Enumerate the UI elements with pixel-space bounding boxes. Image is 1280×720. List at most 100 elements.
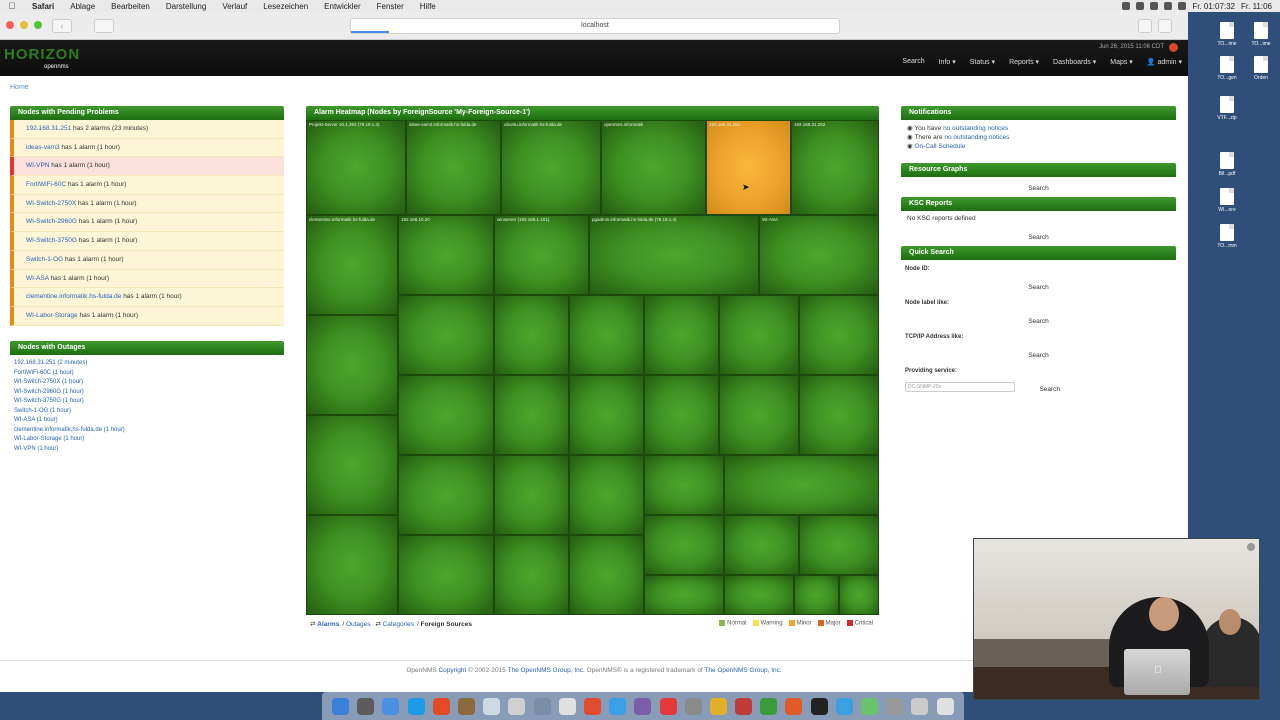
notification-link[interactable]: no outstanding notices [944, 134, 1009, 141]
menu-fenster[interactable]: Fenster [369, 2, 412, 11]
pending-problem-row[interactable]: WI-VPN has 1 alarm (1 hour) [10, 157, 284, 177]
outage-row[interactable]: WI-ASA (1 hour) [10, 416, 284, 426]
heatmap-cell[interactable] [724, 515, 799, 575]
desktop-file[interactable]: TO...ime [1246, 22, 1276, 47]
heatmap-cell[interactable] [306, 315, 398, 415]
heatmap-cell[interactable] [794, 575, 839, 615]
tabs-button[interactable] [1158, 19, 1172, 33]
heatmap-cell[interactable] [398, 535, 494, 615]
share-button[interactable] [1138, 19, 1152, 33]
pending-problem-row[interactable]: WI-ASA has 1 alarm (1 hour) [10, 269, 284, 289]
outage-row[interactable]: WI-Labor-Storage (1 hour) [10, 435, 284, 445]
dock-app-icon[interactable] [407, 697, 425, 715]
pending-problem-row[interactable]: WI-Switch-2750X has 1 alarm (1 hour) [10, 194, 284, 214]
service-select[interactable]: DC-SNMP-20s [905, 381, 1015, 392]
heatmap-cell[interactable] [644, 295, 719, 375]
dock-app-icon[interactable] [382, 697, 400, 715]
service-search-button[interactable]: Search [1039, 386, 1060, 393]
dock-app-icon[interactable] [609, 697, 627, 715]
heatmap-cell[interactable] [398, 455, 494, 535]
heatmap-cell[interactable]: WI-ASA [759, 215, 879, 295]
dock-app-icon[interactable] [583, 697, 601, 715]
dock-app-icon[interactable] [332, 697, 350, 715]
link-outages[interactable]: Outages [346, 621, 371, 628]
close-icon[interactable] [1247, 543, 1255, 551]
heatmap-cell[interactable]: pgadmin.informatik.hs-fulda.de (79.19.1.… [589, 215, 759, 295]
node-link[interactable]: WI-Switch-3750G [26, 237, 77, 244]
heatmap-cell[interactable] [799, 515, 879, 575]
menu-safari[interactable]: Safari [24, 2, 62, 11]
outage-row[interactable]: FortiWiFi-60C (1 hour) [10, 369, 284, 379]
dock-app-icon[interactable] [936, 697, 954, 715]
heatmap-cell[interactable]: 192.168.31.252 [791, 120, 879, 215]
heatmap-cell[interactable]: winserver (192.168.1.101) [494, 215, 589, 295]
dock-app-icon[interactable] [684, 697, 702, 715]
dock-app-icon[interactable] [508, 697, 526, 715]
link-foreign-sources[interactable]: Foreign Sources [421, 621, 472, 628]
heatmap-cell[interactable] [644, 375, 719, 455]
wifi-icon[interactable] [1178, 2, 1187, 10]
tray-icon[interactable] [1150, 2, 1159, 10]
heatmap-cell[interactable] [799, 295, 879, 375]
minimize-window-button[interactable] [20, 21, 28, 29]
pending-problem-row[interactable]: ideas-vam3 has 1 alarm (1 hour) [10, 138, 284, 158]
nav-reports[interactable]: Reports ▾ [1009, 58, 1039, 66]
node-label-field[interactable] [901, 308, 1176, 316]
heatmap-cell[interactable] [306, 515, 398, 615]
heatmap-cell[interactable]: opennms.informatik [601, 120, 706, 215]
swap-icon[interactable]: ⇄ [375, 620, 380, 628]
url-bar[interactable]: localhost [350, 18, 840, 34]
heatmap-cell[interactable] [724, 455, 879, 515]
heatmap-cell-warning[interactable]: 192.168.31.251 [706, 120, 791, 215]
dock-app-icon[interactable] [861, 697, 879, 715]
menu-ablage[interactable]: Ablage [62, 2, 103, 11]
nav-info[interactable]: Info ▾ [939, 58, 956, 66]
ip-address-search-button[interactable]: Search [901, 350, 1176, 362]
heatmap-cell[interactable]: ideas-vam3.informatik.hs-fulda.de [406, 120, 501, 215]
node-link[interactable]: WI-ASA [26, 275, 49, 282]
notification-link[interactable]: no outstanding notices [943, 125, 1008, 132]
opennms-group-link[interactable]: The OpenNMS Group, Inc. [507, 667, 584, 674]
menubar-clock-2[interactable]: Fr. 11:06 [1241, 2, 1272, 11]
node-link[interactable]: 192.168.31.251 [26, 125, 71, 132]
heatmap-cell[interactable] [644, 575, 724, 615]
heatmap-cell[interactable] [839, 575, 879, 615]
menu-hilfe[interactable]: Hilfe [412, 2, 444, 11]
node-link[interactable]: WI-Switch-2750X [26, 200, 76, 207]
heatmap-cell[interactable] [398, 295, 494, 375]
node-id-search-button[interactable]: Search [901, 282, 1176, 294]
node-link[interactable]: clementine.informatik.hs-fulda.de [26, 293, 121, 300]
heatmap-cell[interactable] [306, 415, 398, 515]
heatmap-cell[interactable] [719, 295, 799, 375]
maximize-window-button[interactable] [34, 21, 42, 29]
dock-app-icon[interactable] [634, 697, 652, 715]
desktop-file[interactable]: Orden [1246, 56, 1276, 81]
heatmap-cell[interactable]: 192.168.10.20 [398, 215, 494, 295]
pending-problem-row[interactable]: WI-Switch-3750G has 1 alarm (1 hour) [10, 232, 284, 251]
heatmap-cell[interactable] [644, 455, 724, 515]
dock-app-icon[interactable] [735, 697, 753, 715]
horizon-logo[interactable]: HORIZON [4, 46, 80, 63]
pending-problem-row[interactable]: FortiWiFi-60C has 1 alarm (1 hour) [10, 176, 284, 195]
copyright-link[interactable]: Copyright [438, 667, 466, 674]
menu-darstellung[interactable]: Darstellung [158, 2, 214, 11]
heatmap-cell[interactable] [799, 375, 879, 455]
ksc-search-link[interactable]: Search [901, 226, 1176, 241]
heatmap-cell[interactable] [569, 295, 644, 375]
menu-entwickler[interactable]: Entwickler [316, 2, 368, 11]
heatmap-cell[interactable] [494, 375, 569, 455]
heatmap-cell[interactable] [398, 375, 494, 455]
nav-dashboards[interactable]: Dashboards ▾ [1053, 58, 1096, 66]
heatmap-cell[interactable] [644, 515, 724, 575]
outage-row[interactable]: WI-VPN (1 hour) [10, 445, 284, 455]
nav-user-admin[interactable]: 👤 admin ▾ [1147, 58, 1182, 66]
desktop-file[interactable]: TO...gen [1212, 56, 1242, 81]
apple-menu-icon[interactable]:  [0, 1, 24, 11]
heatmap-area[interactable]: Projekt-Server 10.1.253 (79.19.1.3) ideas… [306, 120, 879, 615]
opennms-group-link-2[interactable]: The OpenNMS Group, Inc. [704, 667, 781, 674]
node-link[interactable]: WI-VPN [26, 162, 49, 169]
tray-icon[interactable] [1164, 2, 1173, 10]
node-link[interactable]: WI-Labor-Storage [26, 312, 78, 319]
menubar-clock-1[interactable]: Fr. 01:07:32 [1192, 2, 1235, 11]
outage-row[interactable]: WI-Switch-2960G (1 hour) [10, 388, 284, 398]
